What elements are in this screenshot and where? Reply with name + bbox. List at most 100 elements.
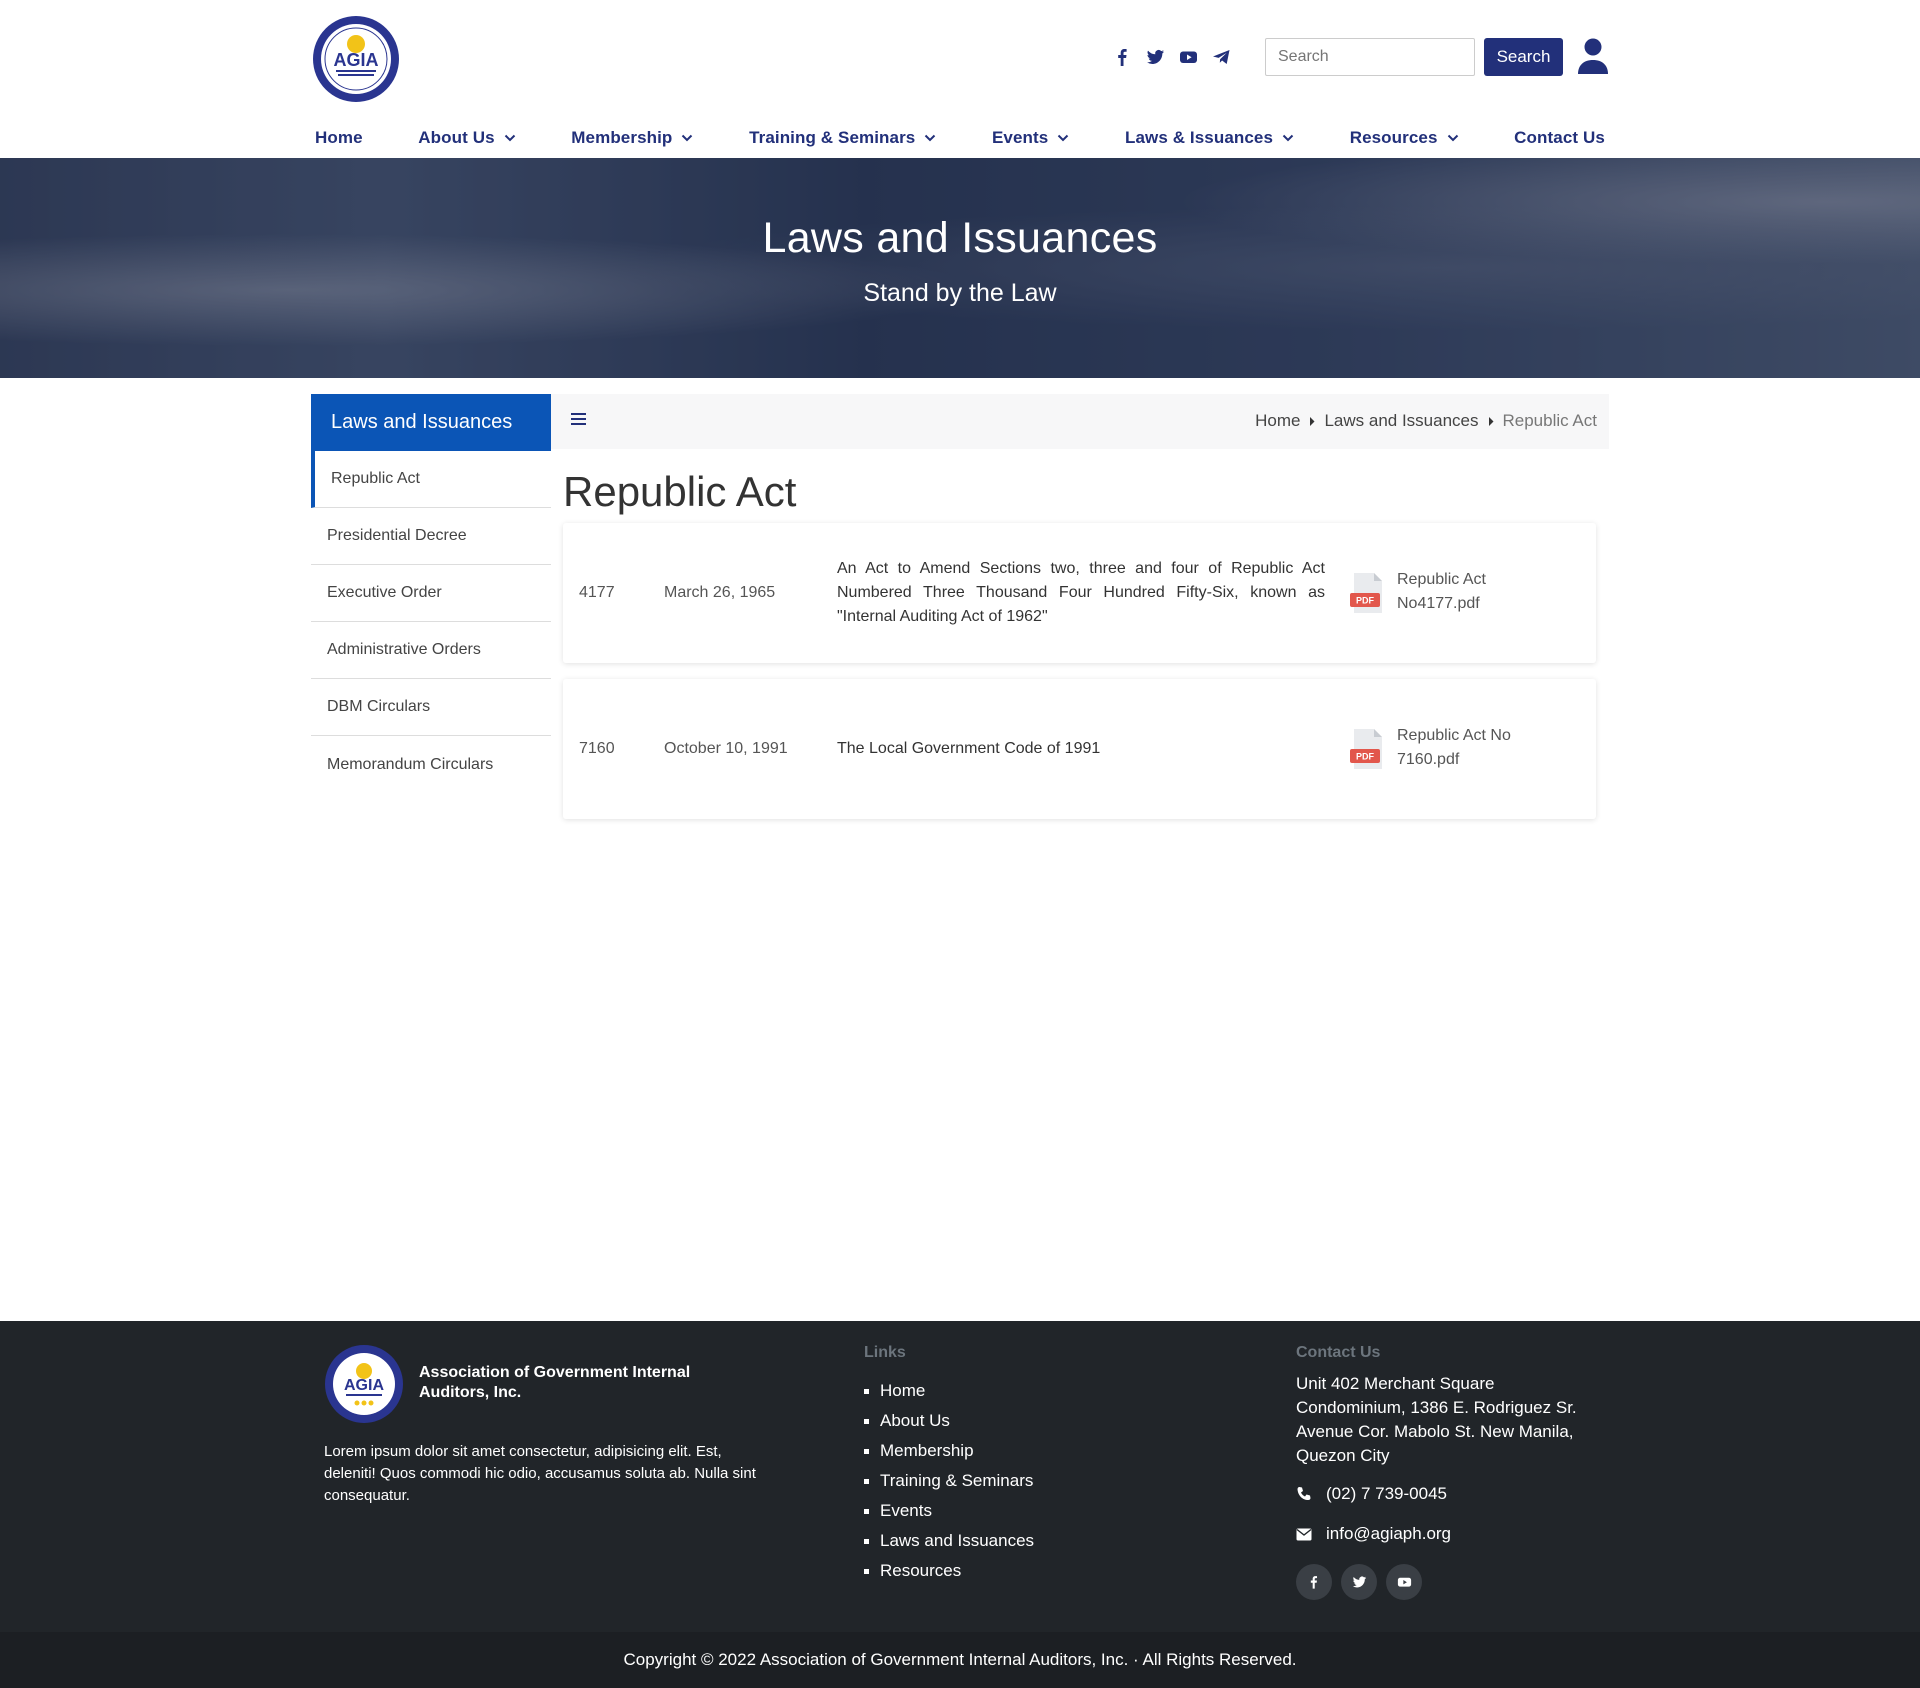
youtube-icon[interactable] (1179, 48, 1198, 66)
footer-links-title: Links (864, 1344, 906, 1361)
document-description: An Act to Amend Sections two, three and … (837, 560, 1325, 625)
agia-logo-icon: AGIA (313, 16, 399, 102)
sidebar-item-dbm-circulars[interactable]: DBM Circulars (311, 679, 551, 736)
document-number: 4177 (579, 584, 615, 601)
document-file-link[interactable]: Republic Act No 7160.pdf (1397, 724, 1557, 772)
nav-resources[interactable]: Resources (1350, 128, 1459, 148)
footer-social-links (1296, 1564, 1422, 1600)
document-row: 7160 October 10, 1991 The Local Governme… (563, 679, 1596, 819)
file-name-line: Republic Act No (1397, 727, 1511, 744)
site-header: AGIA Search (311, 0, 1609, 118)
sidebar: Laws and Issuances Republic Act Presiden… (311, 394, 551, 793)
sidebar-item-republic-act[interactable]: Republic Act (311, 451, 551, 508)
footer-logo: AGIA (324, 1344, 404, 1424)
site-footer: AGIA Association of Government Internal … (0, 1321, 1920, 1632)
hero-title: Laws and Issuances (762, 214, 1158, 262)
search-input[interactable] (1265, 38, 1475, 76)
sidebar-item-presidential-decree[interactable]: Presidential Decree (311, 508, 551, 565)
footer-link-membership[interactable]: Membership (864, 1436, 1034, 1466)
nav-about-us[interactable]: About Us (418, 128, 515, 148)
document-description: The Local Government Code of 1991 (837, 740, 1101, 757)
site-logo[interactable]: AGIA (311, 14, 401, 104)
nav-label: About Us (418, 128, 495, 147)
search-form: Search (1265, 38, 1563, 76)
pdf-file-icon[interactable]: PDF (1350, 571, 1386, 615)
telegram-icon[interactable] (1212, 48, 1231, 66)
footer-link-resources[interactable]: Resources (864, 1556, 1034, 1586)
envelope-icon (1296, 1528, 1312, 1540)
breadcrumb-laws-issuances[interactable]: Laws and Issuances (1324, 411, 1478, 431)
agia-logo-icon: AGIA (325, 1345, 403, 1423)
footer-phone-text: (02) 7 739-0045 (1326, 1484, 1447, 1503)
nav-laws-issuances[interactable]: Laws & Issuances (1125, 128, 1294, 148)
nav-label: Contact Us (1514, 128, 1605, 147)
footer-link-laws-issuances[interactable]: Laws and Issuances (864, 1526, 1034, 1556)
pdf-file-icon[interactable]: PDF (1350, 727, 1386, 771)
hero-banner: Laws and Issuances Stand by the Law (0, 158, 1920, 378)
footer-link-about-us[interactable]: About Us (864, 1406, 1034, 1436)
sidebar-item-label: DBM Circulars (327, 698, 431, 715)
main-nav: Home About Us Membership Training & Semi… (311, 118, 1609, 158)
nav-events[interactable]: Events (992, 128, 1069, 148)
file-name-line: No4177.pdf (1397, 595, 1480, 612)
chevron-down-icon (925, 134, 936, 142)
sidebar-item-executive-order[interactable]: Executive Order (311, 565, 551, 622)
nav-label: Laws & Issuances (1124, 128, 1274, 147)
sidebar-heading: Laws and Issuances (311, 394, 551, 451)
document-number: 7160 (579, 740, 615, 757)
footer-contact-title: Contact Us (1296, 1344, 1381, 1361)
twitter-icon[interactable] (1341, 1564, 1377, 1600)
footer-link-events[interactable]: Events (864, 1496, 1034, 1526)
menu-toggle-icon[interactable] (571, 412, 586, 426)
footer-email[interactable]: info@agiaph.org (1296, 1524, 1451, 1544)
hero-text: Laws and Issuances Stand by the Law (0, 214, 1920, 308)
chevron-down-icon (1447, 134, 1458, 142)
footer-email-text: info@agiaph.org (1326, 1524, 1452, 1543)
document-date: March 26, 1965 (664, 584, 776, 601)
footer-address: Unit 402 Merchant Square Condominium, 13… (1296, 1374, 1577, 1465)
document-date: October 10, 1991 (664, 740, 788, 757)
breadcrumb: Home Laws and Issuances Republic Act (1255, 411, 1597, 431)
twitter-icon[interactable] (1146, 48, 1165, 66)
footer-link-training-seminars[interactable]: Training & Seminars (864, 1466, 1034, 1496)
document-file-link[interactable]: Republic Act No4177.pdf (1397, 568, 1557, 616)
breadcrumb-current: Republic Act (1502, 411, 1598, 430)
nav-contact-us[interactable]: Contact Us (1514, 128, 1605, 148)
logo-text: AGIA (334, 50, 379, 70)
footer-link-home[interactable]: Home (864, 1376, 1034, 1406)
sidebar-item-label: Memorandum Circulars (327, 755, 494, 773)
nav-label: Events (991, 128, 1049, 147)
nav-label: Training & Seminars (749, 128, 916, 147)
footer-phone[interactable]: (02) 7 739-0045 (1296, 1484, 1447, 1504)
nav-label: Resources (1349, 128, 1438, 147)
chevron-down-icon (504, 134, 515, 142)
breadcrumb-bar: Home Laws and Issuances Republic Act (551, 394, 1609, 449)
phone-icon (1297, 1487, 1311, 1500)
page-title: Republic Act (563, 468, 797, 515)
chevron-down-icon (682, 134, 693, 142)
footer-org-name: Association of Government Internal Audit… (419, 1364, 691, 1401)
youtube-icon[interactable] (1386, 1564, 1422, 1600)
nav-membership[interactable]: Membership (571, 128, 693, 148)
header-social-links (1113, 48, 1231, 66)
nav-label: Home (315, 128, 363, 147)
footer-links-list: Home About Us Membership Training & Semi… (864, 1376, 1034, 1586)
sidebar-item-memorandum-circulars[interactable]: Memorandum Circulars (311, 736, 551, 793)
nav-home[interactable]: Home (315, 128, 363, 148)
sidebar-item-administrative-orders[interactable]: Administrative Orders (311, 622, 551, 679)
sidebar-item-label: Executive Order (327, 584, 442, 601)
sidebar-item-label: Administrative Orders (327, 641, 481, 658)
copyright-bar: Copyright © 2022 Association of Governme… (0, 1632, 1920, 1688)
footer-about-text: Lorem ipsum dolor sit amet consectetur, … (324, 1443, 756, 1504)
hero-subtitle: Stand by the Law (863, 279, 1057, 307)
sidebar-item-label: Republic Act (331, 470, 420, 487)
facebook-icon[interactable] (1296, 1564, 1332, 1600)
user-account-icon[interactable] (1577, 38, 1609, 74)
search-button[interactable]: Search (1484, 38, 1563, 76)
main-content: Laws and Issuances Republic Act Presiden… (311, 378, 1609, 1318)
svg-text:PDF: PDF (1356, 596, 1375, 606)
nav-training-seminars[interactable]: Training & Seminars (749, 128, 936, 148)
breadcrumb-home[interactable]: Home (1255, 411, 1300, 431)
file-name-line: 7160.pdf (1397, 751, 1460, 768)
facebook-icon[interactable] (1113, 48, 1132, 66)
